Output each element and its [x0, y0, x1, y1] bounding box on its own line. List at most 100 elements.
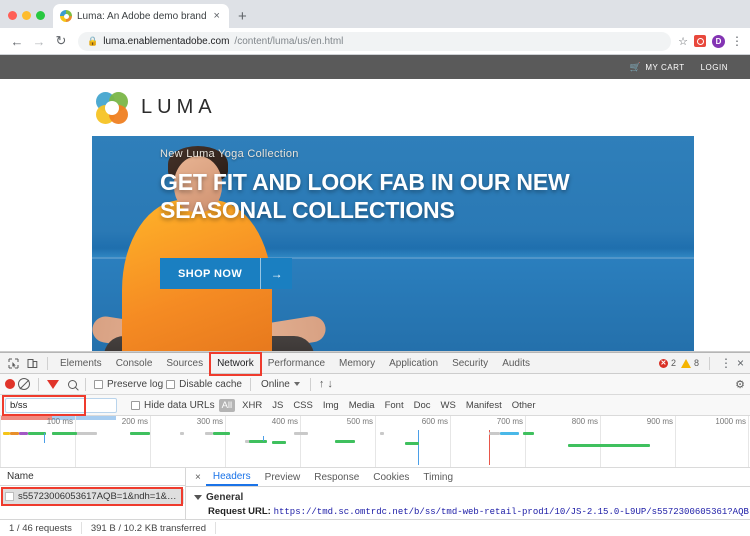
- my-cart-label: MY CART: [645, 62, 685, 72]
- devtools-tab-elements[interactable]: Elements: [53, 353, 109, 374]
- export-har-icon[interactable]: ↓: [327, 378, 333, 390]
- luma-wordmark: LUMA: [141, 96, 217, 118]
- tick-label: 500 ms: [346, 417, 373, 426]
- transferred-size: 391 B / 10.2 KB transferred: [82, 522, 216, 534]
- detail-tab-timing[interactable]: Timing: [416, 468, 460, 486]
- filter-input[interactable]: [5, 397, 117, 413]
- devtools-tab-performance[interactable]: Performance: [261, 353, 332, 374]
- filter-type-media[interactable]: Media: [346, 400, 378, 411]
- filter-type-xhr[interactable]: XHR: [239, 400, 265, 411]
- import-har-icon[interactable]: ↑: [319, 378, 325, 390]
- clear-icon[interactable]: [18, 378, 30, 390]
- network-status-bar: 1 / 46 requests 391 B / 10.2 KB transfer…: [0, 519, 750, 536]
- devtools-tab-audits[interactable]: Audits: [495, 353, 537, 374]
- timeline-ticks: 100 ms 200 ms 300 ms 400 ms 500 ms 600 m…: [0, 416, 750, 467]
- browser-tab[interactable]: Luma: An Adobe demo brand ×: [53, 4, 229, 28]
- browser-tab-bar: Luma: An Adobe demo brand × +: [0, 0, 750, 28]
- disable-cache-checkbox[interactable]: Disable cache: [166, 379, 242, 390]
- close-window-button[interactable]: [8, 11, 17, 20]
- warning-icon: [680, 358, 691, 368]
- network-overview-timeline[interactable]: 100 ms 200 ms 300 ms 400 ms 500 ms 600 m…: [0, 416, 750, 468]
- request-name: s55723006053617AQB=1&ndh=1&pf=1&call...: [18, 491, 180, 502]
- minimize-window-button[interactable]: [22, 11, 31, 20]
- extension-icon[interactable]: [694, 35, 706, 47]
- browser-menu-icon[interactable]: ⋮: [731, 35, 743, 47]
- filter-type-manifest[interactable]: Manifest: [463, 400, 505, 411]
- devtools-menu-icon[interactable]: ⋮: [720, 357, 732, 369]
- tick-label: 200 ms: [121, 417, 148, 426]
- checkbox-box: [131, 400, 140, 410]
- request-type-icon: [5, 492, 14, 501]
- requests-column-header[interactable]: Name: [0, 468, 185, 486]
- throttling-select[interactable]: Online: [259, 379, 302, 390]
- gear-icon[interactable]: ⚙: [735, 378, 745, 391]
- filter-type-css[interactable]: CSS: [290, 400, 316, 411]
- filter-type-doc[interactable]: Doc: [411, 400, 434, 411]
- luma-logo-icon[interactable]: [96, 91, 128, 124]
- filter-type-other[interactable]: Other: [509, 400, 539, 411]
- login-label: LOGIN: [700, 62, 728, 72]
- request-url-value[interactable]: https://tmd.sc.omtrdc.net/b/ss/tmd-web-r…: [208, 507, 749, 519]
- devtools-tab-application[interactable]: Application: [382, 353, 445, 374]
- general-section-header[interactable]: General: [194, 492, 750, 503]
- detail-tab-response[interactable]: Response: [307, 468, 366, 486]
- browser-window: Luma: An Adobe demo brand × + ← → ↻ 🔒 lu…: [0, 0, 750, 536]
- detail-tab-preview[interactable]: Preview: [258, 468, 308, 486]
- filter-type-font[interactable]: Font: [382, 400, 407, 411]
- devtools-close-icon[interactable]: ×: [737, 357, 744, 369]
- record-icon[interactable]: [5, 379, 15, 389]
- login-link[interactable]: LOGIN: [701, 63, 728, 72]
- table-row[interactable]: s55723006053617AQB=1&ndh=1&pf=1&call...: [1, 489, 184, 504]
- bookmark-star-icon[interactable]: ☆: [678, 35, 688, 48]
- profile-avatar[interactable]: D: [712, 34, 725, 48]
- requests-list: s55723006053617AQB=1&ndh=1&pf=1&call...: [0, 486, 185, 519]
- hero-banner: New Luma Yoga Collection GET FIT AND LOO…: [92, 136, 694, 351]
- url-path: /content/luma/us/en.html: [234, 35, 344, 47]
- browser-toolbar: ← → ↻ 🔒 luma.enablementadobe.com/content…: [0, 28, 750, 55]
- site-header: LUMA: [0, 79, 750, 136]
- warning-count: 8: [693, 358, 699, 368]
- devtools-tab-memory[interactable]: Memory: [332, 353, 382, 374]
- forward-button[interactable]: →: [29, 31, 49, 51]
- close-tab-icon[interactable]: ×: [212, 10, 222, 22]
- new-tab-button[interactable]: +: [229, 9, 256, 28]
- chevron-down-icon: [293, 382, 300, 386]
- window-traffic-lights: [6, 11, 53, 28]
- filter-type-all[interactable]: All: [218, 398, 236, 412]
- devtools-tab-sources[interactable]: Sources: [159, 353, 210, 374]
- address-bar[interactable]: 🔒 luma.enablementadobe.com/content/luma/…: [78, 31, 672, 51]
- detail-tab-cookies[interactable]: Cookies: [366, 468, 416, 486]
- hero-text-block: New Luma Yoga Collection GET FIT AND LOO…: [160, 148, 684, 224]
- maximize-window-button[interactable]: [36, 11, 45, 20]
- warning-count-badge[interactable]: 8: [680, 358, 699, 368]
- filter-type-js[interactable]: JS: [269, 400, 286, 411]
- search-icon[interactable]: [68, 379, 77, 389]
- error-count-badge[interactable]: ✕ 2: [658, 358, 676, 368]
- requests-pane: Name s55723006053617AQB=1&ndh=1&pf=1&cal…: [0, 468, 186, 519]
- luma-favicon-icon: [60, 10, 72, 22]
- shop-now-button[interactable]: SHOP NOW →: [160, 258, 293, 289]
- filter-type-img[interactable]: Img: [320, 400, 342, 411]
- devtools-tab-network[interactable]: Network: [209, 351, 262, 376]
- checkbox-box: [94, 379, 103, 389]
- toolbar-icons: ☆ D ⋮: [678, 34, 743, 48]
- disable-cache-label: Disable cache: [179, 378, 242, 390]
- preserve-log-checkbox[interactable]: Preserve log: [94, 379, 163, 390]
- filter-type-ws[interactable]: WS: [438, 400, 459, 411]
- detail-tab-headers[interactable]: Headers: [205, 468, 258, 486]
- close-detail-icon[interactable]: ×: [190, 472, 206, 483]
- inspect-element-icon[interactable]: [4, 354, 23, 373]
- devtools-tab-console[interactable]: Console: [109, 353, 160, 374]
- general-label: General: [206, 492, 244, 503]
- hide-data-urls-label: Hide data URLs: [144, 399, 215, 411]
- filter-icon[interactable]: [47, 379, 59, 402]
- hide-data-urls-checkbox[interactable]: Hide data URLs: [131, 400, 215, 411]
- checkbox-box: [166, 379, 176, 389]
- devtools-tabbar-right: ✕ 2 8 ⋮ ×: [658, 356, 750, 370]
- my-cart-link[interactable]: 🛒 MY CART: [630, 62, 685, 73]
- toggle-device-toolbar-icon[interactable]: [23, 354, 42, 373]
- devtools-tab-security[interactable]: Security: [445, 353, 495, 374]
- network-filter-bar: Hide data URLs All XHR JS CSS Img Media …: [0, 394, 750, 416]
- reload-button[interactable]: ↻: [51, 31, 71, 51]
- back-button[interactable]: ←: [7, 31, 27, 51]
